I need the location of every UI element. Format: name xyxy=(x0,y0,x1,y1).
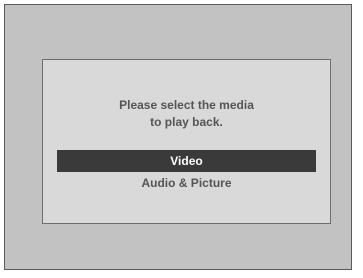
option-video[interactable]: Video xyxy=(57,150,316,172)
dialog-prompt: Please select the media to play back. xyxy=(43,97,330,131)
media-select-dialog: Please select the media to play back. Vi… xyxy=(42,59,331,224)
prompt-line-1: Please select the media xyxy=(119,98,254,112)
screen-background: Please select the media to play back. Vi… xyxy=(4,4,352,270)
prompt-line-2: to play back. xyxy=(150,115,223,129)
media-options-list: Video Audio & Picture xyxy=(57,150,316,194)
option-audio-picture[interactable]: Audio & Picture xyxy=(57,172,316,194)
